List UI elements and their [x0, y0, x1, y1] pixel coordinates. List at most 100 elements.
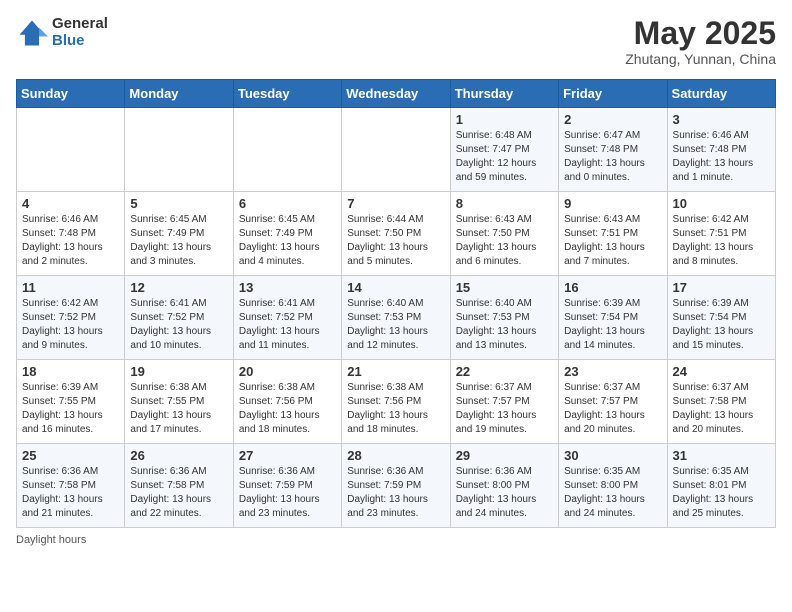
- calendar-cell: 7 Sunrise: 6:44 AM Sunset: 7:50 PM Daylig…: [342, 192, 450, 276]
- day-info: Sunrise: 6:37 AM Sunset: 7:58 PM Dayligh…: [673, 381, 770, 437]
- calendar-header: SundayMondayTuesdayWednesdayThursdayFrid…: [17, 80, 776, 108]
- page-header: General Blue May 2025 Zhutang, Yunnan, C…: [16, 16, 776, 67]
- day-number: 18: [22, 364, 119, 379]
- calendar-cell: 6Sunrise: 6:45 AM Sunset: 7:49 PM Daylig…: [233, 192, 341, 276]
- header-day-sunday: Sunday: [17, 80, 125, 108]
- day-info: Sunrise: 6:48 AM Sunset: 7:47 PM Dayligh…: [456, 129, 553, 185]
- calendar-cell: 20 Sunrise: 6:38 AM Sunset: 7:56 PM Dayli…: [233, 360, 341, 444]
- calendar-cell: 5Sunrise: 6:45 AM Sunset: 7:49 PM Daylig…: [125, 192, 233, 276]
- day-number: 29: [456, 448, 553, 463]
- day-info: Sunrise: 6:42 AM Sunset: 7:51 PM Dayligh…: [673, 213, 770, 269]
- calendar-cell: 28 Sunrise: 6:36 AM Sunset: 7:59 PM Dayli…: [342, 444, 450, 528]
- day-number: 16: [564, 280, 661, 295]
- calendar-cell: 31 Sunrise: 6:35 AM Sunset: 8:01 PM Dayli…: [667, 444, 775, 528]
- day-info: Sunrise: 6:46 AM Sunset: 7:48 PM Dayligh…: [673, 129, 770, 185]
- calendar-cell: 30Sunrise: 6:35 AM Sunset: 8:00 PM Dayli…: [559, 444, 667, 528]
- day-number: 10: [673, 196, 770, 211]
- calendar-cell: 29 Sunrise: 6:36 AM Sunset: 8:00 PM Dayli…: [450, 444, 558, 528]
- day-info: Sunrise: 6:38 AM Sunset: 7:55 PM Dayligh…: [130, 381, 227, 437]
- day-info: Sunrise: 6:41 AM Sunset: 7:52 PM Dayligh…: [239, 297, 336, 353]
- header-day-wednesday: Wednesday: [342, 80, 450, 108]
- day-info: Sunrise: 6:36 AM Sunset: 7:59 PM Dayligh…: [347, 465, 444, 521]
- day-info: Sunrise: 6:36 AM Sunset: 7:58 PM Dayligh…: [130, 465, 227, 521]
- calendar-cell: [125, 108, 233, 192]
- day-number: 15: [456, 280, 553, 295]
- day-number: 22: [456, 364, 553, 379]
- day-info: Sunrise: 6:39 AM Sunset: 7:55 PM Dayligh…: [22, 381, 119, 437]
- week-row-2: 4Sunrise: 6:46 AM Sunset: 7:48 PM Daylig…: [17, 192, 776, 276]
- logo-icon: [16, 17, 48, 49]
- day-info: Sunrise: 6:40 AM Sunset: 7:53 PM Dayligh…: [456, 297, 553, 353]
- week-row-3: 11Sunrise: 6:42 AM Sunset: 7:52 PM Dayli…: [17, 276, 776, 360]
- calendar-cell: 8 Sunrise: 6:43 AM Sunset: 7:50 PM Daylig…: [450, 192, 558, 276]
- day-number: 3: [673, 112, 770, 127]
- logo-general-text: General: [52, 16, 108, 33]
- day-number: 17: [673, 280, 770, 295]
- header-day-saturday: Saturday: [667, 80, 775, 108]
- day-info: Sunrise: 6:41 AM Sunset: 7:52 PM Dayligh…: [130, 297, 227, 353]
- day-info: Sunrise: 6:36 AM Sunset: 7:58 PM Dayligh…: [22, 465, 119, 521]
- day-number: 20: [239, 364, 336, 379]
- day-info: Sunrise: 6:37 AM Sunset: 7:57 PM Dayligh…: [456, 381, 553, 437]
- calendar-cell: [233, 108, 341, 192]
- day-number: 21: [347, 364, 444, 379]
- day-info: Sunrise: 6:36 AM Sunset: 7:59 PM Dayligh…: [239, 465, 336, 521]
- calendar-cell: 10 Sunrise: 6:42 AM Sunset: 7:51 PM Dayli…: [667, 192, 775, 276]
- calendar-cell: 17 Sunrise: 6:39 AM Sunset: 7:54 PM Dayli…: [667, 276, 775, 360]
- day-number: 27: [239, 448, 336, 463]
- calendar-cell: 23Sunrise: 6:37 AM Sunset: 7:57 PM Dayli…: [559, 360, 667, 444]
- logo: General Blue: [16, 16, 108, 49]
- calendar-location: Zhutang, Yunnan, China: [625, 51, 776, 67]
- header-day-friday: Friday: [559, 80, 667, 108]
- day-number: 11: [22, 280, 119, 295]
- calendar-cell: [342, 108, 450, 192]
- header-row: SundayMondayTuesdayWednesdayThursdayFrid…: [17, 80, 776, 108]
- day-info: Sunrise: 6:38 AM Sunset: 7:56 PM Dayligh…: [347, 381, 444, 437]
- day-info: Sunrise: 6:38 AM Sunset: 7:56 PM Dayligh…: [239, 381, 336, 437]
- day-number: 7: [347, 196, 444, 211]
- day-number: 9: [564, 196, 661, 211]
- week-row-5: 25Sunrise: 6:36 AM Sunset: 7:58 PM Dayli…: [17, 444, 776, 528]
- calendar-cell: 3 Sunrise: 6:46 AM Sunset: 7:48 PM Daylig…: [667, 108, 775, 192]
- header-day-monday: Monday: [125, 80, 233, 108]
- day-number: 13: [239, 280, 336, 295]
- logo-blue-text: Blue: [52, 33, 108, 50]
- day-info: Sunrise: 6:43 AM Sunset: 7:51 PM Dayligh…: [564, 213, 661, 269]
- day-number: 8: [456, 196, 553, 211]
- day-info: Sunrise: 6:43 AM Sunset: 7:50 PM Dayligh…: [456, 213, 553, 269]
- day-info: Sunrise: 6:40 AM Sunset: 7:53 PM Dayligh…: [347, 297, 444, 353]
- footer-daylight: Daylight hours: [16, 534, 776, 546]
- calendar-cell: 19 Sunrise: 6:38 AM Sunset: 7:55 PM Dayli…: [125, 360, 233, 444]
- day-info: Sunrise: 6:44 AM Sunset: 7:50 PM Dayligh…: [347, 213, 444, 269]
- header-day-tuesday: Tuesday: [233, 80, 341, 108]
- calendar-cell: 25Sunrise: 6:36 AM Sunset: 7:58 PM Dayli…: [17, 444, 125, 528]
- day-info: Sunrise: 6:36 AM Sunset: 8:00 PM Dayligh…: [456, 465, 553, 521]
- calendar-cell: 26 Sunrise: 6:36 AM Sunset: 7:58 PM Dayli…: [125, 444, 233, 528]
- calendar-title: May 2025: [625, 16, 776, 51]
- week-row-4: 18 Sunrise: 6:39 AM Sunset: 7:55 PM Dayli…: [17, 360, 776, 444]
- calendar-cell: 27 Sunrise: 6:36 AM Sunset: 7:59 PM Dayli…: [233, 444, 341, 528]
- day-number: 5: [130, 196, 227, 211]
- day-info: Sunrise: 6:45 AM Sunset: 7:49 PM Dayligh…: [239, 213, 336, 269]
- day-info: Sunrise: 6:39 AM Sunset: 7:54 PM Dayligh…: [673, 297, 770, 353]
- calendar-cell: 9 Sunrise: 6:43 AM Sunset: 7:51 PM Daylig…: [559, 192, 667, 276]
- calendar-cell: 13 Sunrise: 6:41 AM Sunset: 7:52 PM Dayli…: [233, 276, 341, 360]
- calendar-cell: 1 Sunrise: 6:48 AM Sunset: 7:47 PM Daylig…: [450, 108, 558, 192]
- day-info: Sunrise: 6:37 AM Sunset: 7:57 PM Dayligh…: [564, 381, 661, 437]
- calendar-cell: 22 Sunrise: 6:37 AM Sunset: 7:57 PM Dayli…: [450, 360, 558, 444]
- day-number: 26: [130, 448, 227, 463]
- title-block: May 2025 Zhutang, Yunnan, China: [625, 16, 776, 67]
- week-row-1: 1 Sunrise: 6:48 AM Sunset: 7:47 PM Daylig…: [17, 108, 776, 192]
- calendar-cell: 16Sunrise: 6:39 AM Sunset: 7:54 PM Dayli…: [559, 276, 667, 360]
- calendar-cell: 4Sunrise: 6:46 AM Sunset: 7:48 PM Daylig…: [17, 192, 125, 276]
- header-day-thursday: Thursday: [450, 80, 558, 108]
- day-number: 14: [347, 280, 444, 295]
- day-number: 1: [456, 112, 553, 127]
- day-info: Sunrise: 6:35 AM Sunset: 8:01 PM Dayligh…: [673, 465, 770, 521]
- day-number: 31: [673, 448, 770, 463]
- calendar-cell: 24Sunrise: 6:37 AM Sunset: 7:58 PM Dayli…: [667, 360, 775, 444]
- day-number: 19: [130, 364, 227, 379]
- calendar-table: SundayMondayTuesdayWednesdayThursdayFrid…: [16, 79, 776, 528]
- day-number: 28: [347, 448, 444, 463]
- calendar-cell: 2Sunrise: 6:47 AM Sunset: 7:48 PM Daylig…: [559, 108, 667, 192]
